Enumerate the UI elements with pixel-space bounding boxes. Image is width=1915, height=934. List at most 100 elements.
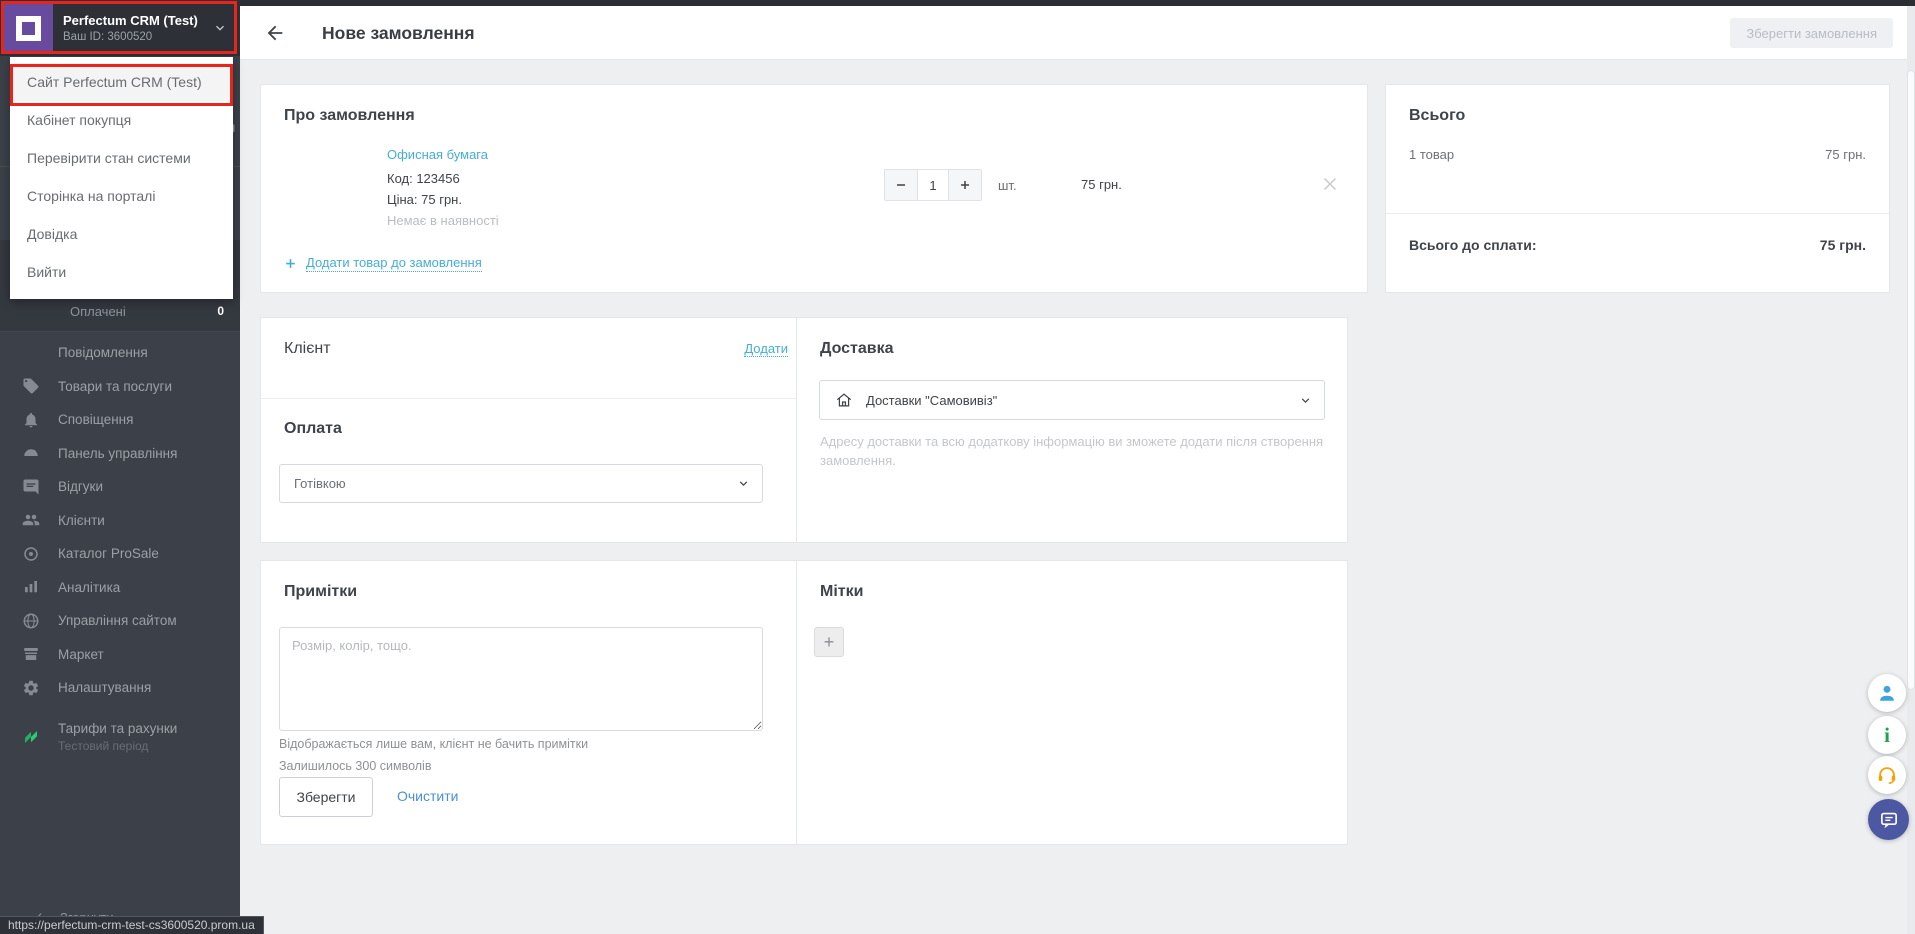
product-code: Код: 123456 bbox=[387, 171, 460, 186]
sidebar-item-gauge[interactable]: Панель управління bbox=[0, 437, 240, 471]
sidebar-item-label: Клієнти bbox=[58, 512, 105, 528]
plus-icon bbox=[284, 257, 297, 270]
headset-icon bbox=[1876, 764, 1898, 786]
sidebar-item-store[interactable]: Маркет bbox=[0, 638, 240, 672]
paid-orders-label: Оплачені bbox=[70, 303, 126, 319]
notes-textarea[interactable] bbox=[279, 627, 763, 731]
remove-product-icon[interactable] bbox=[1319, 173, 1341, 195]
totals-items-label: 1 товар bbox=[1409, 147, 1455, 162]
delivery-hint: Адресу доставки та всю додаткову інформа… bbox=[820, 434, 1324, 468]
page-title: Нове замовлення bbox=[322, 23, 475, 43]
back-arrow-icon[interactable] bbox=[264, 22, 286, 44]
add-product-label: Додати товар до замовлення bbox=[306, 255, 482, 272]
sidebar-item-tag[interactable]: Товари та послуги bbox=[0, 370, 240, 404]
client-header: Клієнт Додати bbox=[284, 340, 788, 358]
account-menu-item-4[interactable]: Довідка bbox=[10, 215, 233, 253]
sidebar-item-label: Повідомлення bbox=[58, 345, 148, 361]
sidebar-item-label: Аналітика bbox=[58, 579, 121, 595]
page-header: Нове замовлення Зберегти замовлення bbox=[240, 6, 1915, 60]
sidebar-item-people[interactable]: Клієнти bbox=[0, 504, 240, 538]
payment-selected-value: Готівкою bbox=[294, 476, 346, 491]
save-order-button[interactable]: Зберегти замовлення bbox=[1730, 18, 1893, 48]
notes-card: Примітки Відображається лише вам, клієнт… bbox=[260, 560, 812, 845]
blank-icon bbox=[22, 344, 40, 362]
payment-title: Оплата bbox=[284, 420, 342, 437]
delivery-title: Доставка bbox=[820, 340, 894, 357]
add-product-link[interactable]: Додати товар до замовлення bbox=[284, 255, 482, 272]
product-name-link[interactable]: Офисная бумага bbox=[387, 147, 499, 162]
account-menu-item-5[interactable]: Вийти bbox=[10, 253, 233, 291]
totals-divider bbox=[1386, 213, 1889, 214]
delivery-card: Доставка Доставки "Самовивіз" Адресу дос… bbox=[796, 317, 1348, 543]
account-menu-item-0[interactable]: Сайт Perfectum CRM (Test) bbox=[10, 63, 233, 101]
person-icon bbox=[1876, 682, 1898, 704]
chat-icon bbox=[1878, 809, 1900, 831]
unit-label: шт. bbox=[998, 178, 1017, 193]
sidebar-item-tariff[interactable]: Тарифи та рахунки Тестовий період bbox=[0, 713, 240, 761]
sidebar-item-bell[interactable]: Сповіщення bbox=[0, 403, 240, 437]
delivery-method-select[interactable]: Доставки "Самовивіз" bbox=[819, 380, 1325, 420]
totals-title: Всього bbox=[1409, 107, 1466, 124]
totals-items-row: 1 товар 75 грн. bbox=[1409, 147, 1866, 162]
notes-chars-left: Залишилось 300 символів bbox=[279, 759, 432, 773]
product-info: Офисная бумага Код: 123456 Ціна: 75 грн.… bbox=[387, 147, 499, 231]
qty-input[interactable] bbox=[917, 170, 949, 200]
sidebar-item-comment[interactable]: Відгуки bbox=[0, 470, 240, 504]
sidebar-item-label: Управління сайтом bbox=[58, 613, 177, 629]
manager-fab-button[interactable] bbox=[1868, 674, 1906, 712]
totals-due-label: Всього до сплати: bbox=[1409, 237, 1537, 253]
chat-fab-button[interactable] bbox=[1868, 799, 1909, 840]
totals-due-value: 75 грн. bbox=[1819, 237, 1866, 253]
support-fab-button[interactable] bbox=[1868, 756, 1906, 794]
plus-icon bbox=[959, 179, 971, 191]
delivery-selected-value: Доставки "Самовивіз" bbox=[866, 392, 998, 408]
account-menu-item-1[interactable]: Кабінет покупця bbox=[10, 101, 233, 139]
totals-items-value: 75 грн. bbox=[1825, 147, 1866, 162]
qty-increase-button[interactable] bbox=[949, 170, 981, 200]
notes-clear-link[interactable]: Очистити bbox=[397, 788, 458, 804]
sidebar-item-label: Відгуки bbox=[58, 479, 104, 495]
account-info: Perfectum CRM (Test) Ваш ID: 3600520 bbox=[63, 13, 198, 43]
sidebar-item-label: Налаштування bbox=[58, 680, 152, 696]
info-fab-button[interactable]: i bbox=[1868, 716, 1906, 754]
add-client-link[interactable]: Додати bbox=[744, 341, 788, 357]
app-logo bbox=[3, 3, 53, 53]
sidebar-item-globe[interactable]: Управління сайтом bbox=[0, 604, 240, 638]
client-title: Клієнт bbox=[284, 340, 331, 357]
main-content: Про замовлення Офисная бумага Код: 12345… bbox=[240, 60, 1915, 934]
payment-method-select[interactable]: Готівкою bbox=[279, 464, 763, 503]
sidebar-item-chart[interactable]: Аналітика bbox=[0, 571, 240, 605]
qty-decrease-button[interactable] bbox=[885, 170, 917, 200]
labels-card: Мітки + bbox=[796, 560, 1348, 845]
sidebar-item-sublabel: Тестовий період bbox=[58, 738, 149, 753]
gear-icon bbox=[22, 679, 40, 697]
bell-icon bbox=[22, 411, 40, 429]
chevron-down-icon bbox=[1298, 393, 1313, 408]
account-id: Ваш ID: 3600520 bbox=[63, 31, 153, 43]
top-window-strip bbox=[0, 0, 1915, 6]
totals-due-row: Всього до сплати: 75 грн. bbox=[1409, 237, 1866, 253]
sidebar-item-gear[interactable]: Налаштування bbox=[0, 671, 240, 705]
sidebar-nav: Повідомлення Товари та послуги Сповіщення П… bbox=[0, 336, 240, 761]
account-menu-item-3[interactable]: Сторінка на порталі bbox=[10, 177, 233, 215]
notes-visibility-hint: Відображається лише вам, клієнт не бачит… bbox=[279, 737, 589, 751]
account-switcher[interactable]: Perfectum CRM (Test) Ваш ID: 3600520 bbox=[0, 0, 240, 56]
scrollbar-thumb[interactable] bbox=[1907, 70, 1915, 690]
sidebar-item-label: Тарифи та рахунки bbox=[58, 720, 178, 736]
sidebar-item-0[interactable]: Повідомлення bbox=[0, 336, 240, 370]
line-total: 75 грн. bbox=[1081, 177, 1122, 192]
logo-square-icon bbox=[15, 15, 41, 41]
tag-icon bbox=[22, 377, 40, 395]
client-card: Клієнт Додати Оплата Готівкою bbox=[260, 317, 812, 543]
sidebar-item-target[interactable]: Каталог ProSale bbox=[0, 537, 240, 571]
add-label-button[interactable]: + bbox=[814, 627, 844, 657]
product-availability: Немає в наявності bbox=[387, 213, 499, 228]
notes-title: Примітки bbox=[284, 583, 358, 600]
account-dropdown-menu: Сайт Perfectum CRM (Test) Кабінет покупця… bbox=[10, 57, 233, 299]
account-name: Perfectum CRM (Test) bbox=[63, 13, 198, 28]
account-menu-item-2[interactable]: Перевірити стан системи bbox=[10, 139, 233, 177]
store-icon bbox=[22, 645, 40, 663]
notes-save-button[interactable]: Зберегти bbox=[279, 777, 373, 817]
sidebar-item-label: Товари та послуги bbox=[58, 378, 172, 394]
sidebar-item-paid-orders[interactable]: Оплачені 0 bbox=[0, 296, 240, 326]
